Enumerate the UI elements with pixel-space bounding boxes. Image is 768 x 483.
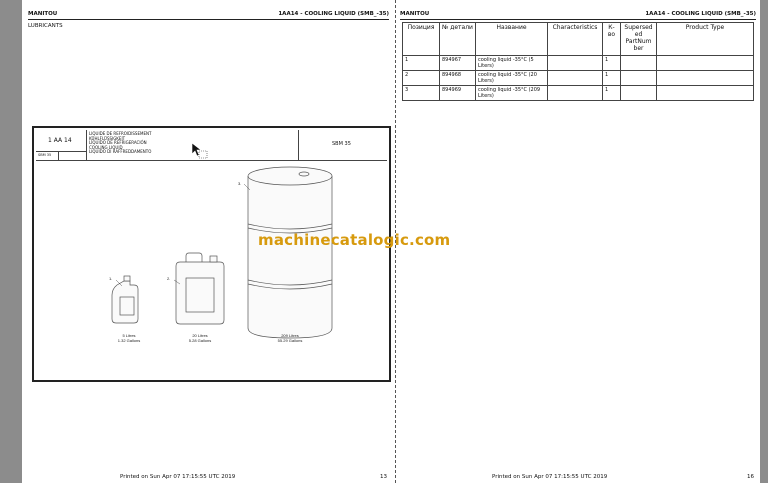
cell-characteristics bbox=[547, 70, 603, 86]
drawing-code: 1 AA 14 bbox=[48, 137, 72, 144]
page-number: 16 bbox=[747, 474, 754, 480]
callout-2: 2. bbox=[167, 276, 170, 281]
col-header-product-type: Product Type bbox=[656, 22, 754, 56]
printed-date: Printed on Sun Apr 07 17:15:55 UTC 2019 bbox=[492, 474, 608, 480]
caption-3-l2: 55.29 Gallons bbox=[278, 338, 303, 343]
page-number: 13 bbox=[380, 474, 387, 480]
cell-product-type bbox=[656, 70, 754, 86]
title-block: 1 AA 14 SBM 35 LIQUIDE DE REFROIDISSEMEN… bbox=[36, 130, 387, 161]
parts-illustration: 1. 2. 3. 5 Litres 1.32 Gallons 20 Litres… bbox=[109, 166, 333, 343]
left-margin-strip bbox=[0, 0, 22, 483]
brand-label: MANITOU bbox=[400, 11, 430, 17]
watermark: machinecatalogic.com bbox=[258, 231, 451, 249]
table-header-row: Позиция № детали Название Characteristic… bbox=[402, 22, 754, 56]
drawing-frame: 1 AA 14 SBM 35 LIQUIDE DE REFROIDISSEMEN… bbox=[32, 126, 391, 382]
col-header-superseded: Supersed ed PartNum ber bbox=[620, 22, 657, 56]
cell-quantity: 1 bbox=[602, 70, 621, 86]
cell-superseded bbox=[620, 70, 657, 86]
mouse-cursor-icon bbox=[191, 142, 208, 159]
cell-characteristics bbox=[547, 55, 603, 71]
col-header-position: Позиция bbox=[402, 22, 440, 56]
col-header-quantity: К-во bbox=[602, 22, 621, 56]
table-row: 2 894968 cooling liquid -35°C (20 Liters… bbox=[402, 70, 754, 86]
cell-name: cooling liquid -35°C (20 Liters) bbox=[475, 70, 548, 86]
bottle-5l-icon bbox=[111, 275, 139, 324]
cell-position: 3 bbox=[402, 85, 440, 101]
drawing-sub-left: SBM 35 bbox=[38, 153, 52, 157]
jerrycan-20l-icon bbox=[175, 252, 225, 325]
header-rule bbox=[28, 19, 389, 20]
right-page: MANITOU 1AA14 - COOLING LIQUID (SMB_-35)… bbox=[396, 0, 760, 483]
col-header-name: Название bbox=[475, 22, 548, 56]
cell-quantity: 1 bbox=[602, 85, 621, 101]
callout-3: 3. bbox=[238, 181, 241, 186]
caption-2-l2: 5.28 Gallons bbox=[189, 338, 211, 343]
cell-name: cooling liquid -35°C (209 Liters) bbox=[475, 85, 548, 101]
brand-label: MANITOU bbox=[28, 11, 58, 17]
section-title: LUBRICANTS bbox=[28, 23, 63, 29]
cell-product-type bbox=[656, 85, 754, 101]
cell-part-number: 894969 bbox=[439, 85, 476, 101]
col-header-part-number: № детали bbox=[439, 22, 476, 56]
cell-name: cooling liquid -35°C (5 Liters) bbox=[475, 55, 548, 71]
table-row: 1 894967 cooling liquid -35°C (5 Liters)… bbox=[402, 55, 754, 71]
section-code: 1AA14 - COOLING LIQUID (SMB_-35) bbox=[645, 11, 756, 17]
cell-position: 2 bbox=[402, 70, 440, 86]
table-row: 3 894969 cooling liquid -35°C (209 Liter… bbox=[402, 85, 754, 101]
cell-superseded bbox=[620, 85, 657, 101]
right-margin-strip bbox=[760, 0, 768, 483]
drawing-model: SBM 35 bbox=[332, 141, 351, 147]
parts-table: Позиция № детали Название Characteristic… bbox=[402, 22, 754, 101]
cell-position: 1 bbox=[402, 55, 440, 71]
section-code: 1AA14 - COOLING LIQUID (SMB_-35) bbox=[278, 11, 389, 17]
callout-1: 1. bbox=[109, 276, 112, 281]
cell-characteristics bbox=[547, 85, 603, 101]
cell-product-type bbox=[656, 55, 754, 71]
cell-part-number: 894968 bbox=[439, 70, 476, 86]
cell-quantity: 1 bbox=[602, 55, 621, 71]
cell-part-number: 894967 bbox=[439, 55, 476, 71]
printed-date: Printed on Sun Apr 07 17:15:55 UTC 2019 bbox=[120, 474, 236, 480]
cell-superseded bbox=[620, 55, 657, 71]
caption-1-l2: 1.32 Gallons bbox=[118, 338, 140, 343]
desc-line: LIQUIDO DI RAFFREDDAMENTO bbox=[89, 149, 152, 155]
drum-209l-icon bbox=[247, 166, 333, 339]
col-header-characteristics: Characteristics bbox=[547, 22, 603, 56]
header-rule bbox=[400, 19, 756, 20]
